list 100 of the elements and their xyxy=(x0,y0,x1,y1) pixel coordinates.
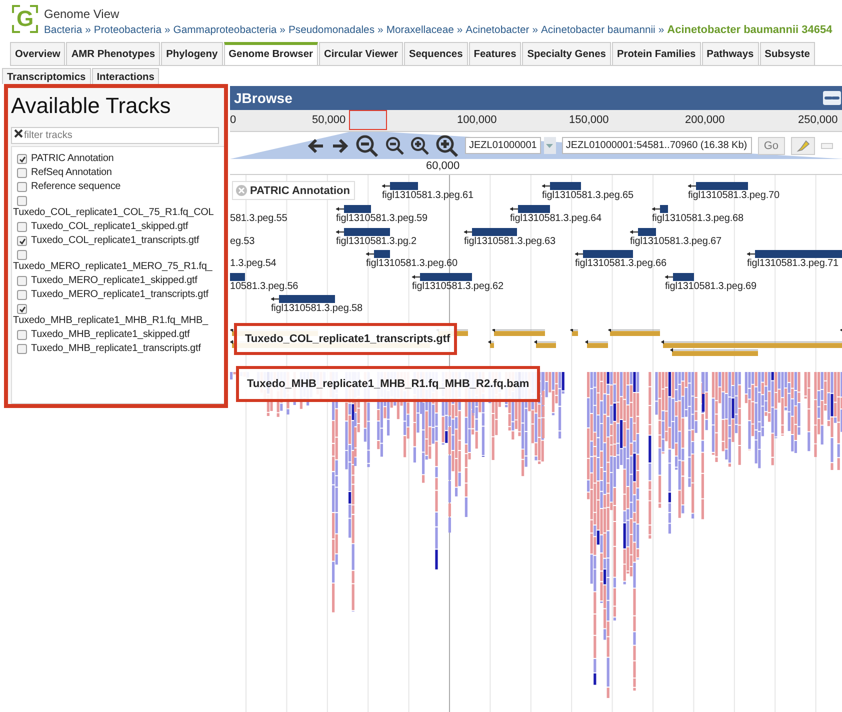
checkbox[interactable] xyxy=(17,304,27,314)
gene-feature[interactable] xyxy=(464,228,517,236)
track-name[interactable]: Tuxedo_MERO_replicate1_skipped.gtf xyxy=(31,274,198,286)
track-name[interactable]: Tuxedo_COL_replicate1_transcripts.gtf xyxy=(31,234,200,246)
checkbox[interactable] xyxy=(17,236,27,246)
gene-label: figl1310581.3.peg.62 xyxy=(412,281,504,292)
filter-field[interactable]: filter tracks xyxy=(11,127,219,144)
breadcrumb-link[interactable]: Gammaproteobacteria xyxy=(173,25,277,36)
tab[interactable]: Specialty Genes xyxy=(522,42,611,65)
zoom-in-icon[interactable] xyxy=(410,136,429,155)
tab[interactable]: Overview xyxy=(10,42,66,65)
panel-title: Available Tracks xyxy=(11,92,172,120)
zoom-in-icon[interactable] xyxy=(435,134,459,158)
checkbox[interactable] xyxy=(17,276,27,286)
gene-feature[interactable] xyxy=(366,250,390,258)
tab[interactable]: AMR Phenotypes xyxy=(66,42,160,65)
gene-label: 10581.3.peg.56 xyxy=(230,281,298,292)
left-arrow-icon[interactable] xyxy=(307,136,325,154)
checkbox[interactable] xyxy=(17,330,27,340)
gene-feature[interactable] xyxy=(271,295,335,303)
overview-ruler[interactable]: 0 50,000 100,000 150,000 200,000 250,000 xyxy=(230,110,842,132)
checkbox[interactable] xyxy=(17,250,27,260)
gene-label: figl1310581.3.peg.60 xyxy=(366,258,458,269)
gene-label: figl1310581.3.peg.58 xyxy=(271,303,362,314)
gene-feature[interactable] xyxy=(688,182,748,190)
gene-label: eg.53 xyxy=(230,236,255,247)
track-name[interactable]: RefSeq Annotation xyxy=(31,166,112,178)
gene-label: figl1310581.3.peg.70 xyxy=(688,190,780,201)
track-name[interactable]: Tuxedo_MHB_replicate1_MHB_R1.fq_MHB_ xyxy=(13,315,208,327)
highlight-button[interactable] xyxy=(790,136,815,154)
breadcrumb-separator: » xyxy=(85,25,91,36)
checkbox[interactable] xyxy=(17,196,27,206)
track-name[interactable]: Tuxedo_COL_replicate1_COL_75_R1.fq_COL xyxy=(13,207,214,219)
tab[interactable]: Phylogeny xyxy=(161,42,223,65)
gene-feature[interactable] xyxy=(575,250,633,258)
breadcrumb-link[interactable]: Moraxellaceae xyxy=(386,25,454,36)
tab[interactable]: Subsyste xyxy=(760,42,815,65)
gene-feature[interactable] xyxy=(510,205,550,213)
checkbox[interactable] xyxy=(17,344,27,354)
gene-feature[interactable] xyxy=(382,182,418,190)
breadcrumb-link[interactable]: Pseudomonadales xyxy=(288,25,375,36)
breadcrumb-link[interactable]: Acinetobacter baumannii xyxy=(541,25,656,36)
view-region-marker[interactable] xyxy=(349,110,387,130)
track-name[interactable]: Tuxedo_MHB_replicate1_skipped.gtf xyxy=(31,328,190,340)
go-button[interactable]: Go xyxy=(758,136,785,154)
tab[interactable]: Protein Families xyxy=(612,42,701,65)
track-name: PATRIC Annotation xyxy=(250,184,350,196)
tab[interactable]: Circular Viewer xyxy=(318,42,403,65)
checkbox[interactable] xyxy=(17,154,27,164)
breadcrumb-separator: » xyxy=(658,25,664,36)
checkbox[interactable] xyxy=(17,290,27,300)
breadcrumb-link[interactable]: Acinetobacter xyxy=(466,25,530,36)
breadcrumb-separator: » xyxy=(164,25,170,36)
track-label: Tuxedo_COL_replicate1_transcripts.gtf xyxy=(234,323,458,355)
breadcrumb-link[interactable]: Bacteria xyxy=(44,25,82,36)
track-name[interactable]: Reference sequence xyxy=(31,180,121,192)
browser-title: JBrowse xyxy=(234,90,292,106)
track-name[interactable]: PATRIC Annotation xyxy=(31,152,114,164)
gene-label: figl1310581.3.pg.2 xyxy=(336,236,416,247)
gene-feature[interactable] xyxy=(630,228,656,236)
tab[interactable]: Interactions xyxy=(92,68,160,84)
gene-feature[interactable] xyxy=(665,273,694,281)
breadcrumb-link[interactable]: Proteobacteria xyxy=(94,25,162,36)
gene-feature[interactable] xyxy=(542,182,581,190)
checkbox[interactable] xyxy=(17,182,27,192)
ruler-tick-label: 200,000 xyxy=(685,114,725,126)
tab[interactable]: Features xyxy=(468,42,522,65)
zoom-out-icon[interactable] xyxy=(355,134,379,158)
gene-feature[interactable] xyxy=(412,273,472,281)
track-name[interactable]: Tuxedo_MHB_replicate1_transcripts.gtf xyxy=(31,342,201,354)
location-field[interactable]: JEZL01000001:54581..70960 (16.38 Kb) xyxy=(562,137,752,154)
tab[interactable]: Pathways xyxy=(702,42,759,65)
gene-feature[interactable] xyxy=(747,250,842,258)
track-name[interactable]: Tuxedo_MERO_replicate1_MERO_75_R1.fq_ xyxy=(13,261,212,273)
track-name[interactable]: Tuxedo_COL_replicate1_skipped.gtf xyxy=(31,220,188,232)
page-title: Genome View xyxy=(44,7,120,21)
highlighter-icon xyxy=(796,138,810,152)
track-label: Tuxedo_MHB_replicate1_MHB_R1.fq_MHB_R2.fq.bam xyxy=(236,366,540,402)
tab[interactable]: Transcriptomics xyxy=(2,68,91,84)
tab[interactable]: Sequences xyxy=(404,42,468,65)
tab[interactable]: Genome Browser xyxy=(224,42,318,65)
ruler-tick-label: 50,000 xyxy=(312,114,346,126)
checkbox[interactable] xyxy=(17,222,27,232)
gene-feature[interactable] xyxy=(336,205,371,213)
breadcrumb-separator: » xyxy=(378,25,384,36)
link-icon[interactable] xyxy=(823,91,841,105)
reference-dropdown[interactable]: JEZL01000001 xyxy=(465,137,541,154)
ruler-tick-label: 60,000 xyxy=(426,160,460,172)
right-arrow-icon[interactable] xyxy=(331,136,349,154)
gene-feature[interactable] xyxy=(336,228,390,236)
gene-feature[interactable] xyxy=(652,205,668,213)
gene-label: figl1310581.3.peg.71 xyxy=(747,258,838,269)
checkbox[interactable] xyxy=(17,168,27,178)
track-name[interactable]: Tuxedo_MERO_replicate1_transcripts.gtf xyxy=(31,288,208,300)
ruler-tick-label: 150,000 xyxy=(569,114,609,126)
gene-label: figl1310581.3.peg.64 xyxy=(510,213,602,224)
zoom-out-icon[interactable] xyxy=(385,136,404,155)
ruler-tick-label: 250,000 xyxy=(798,114,838,126)
clear-icon[interactable] xyxy=(14,129,23,138)
ruler-tick-label: 100,000 xyxy=(457,114,497,126)
